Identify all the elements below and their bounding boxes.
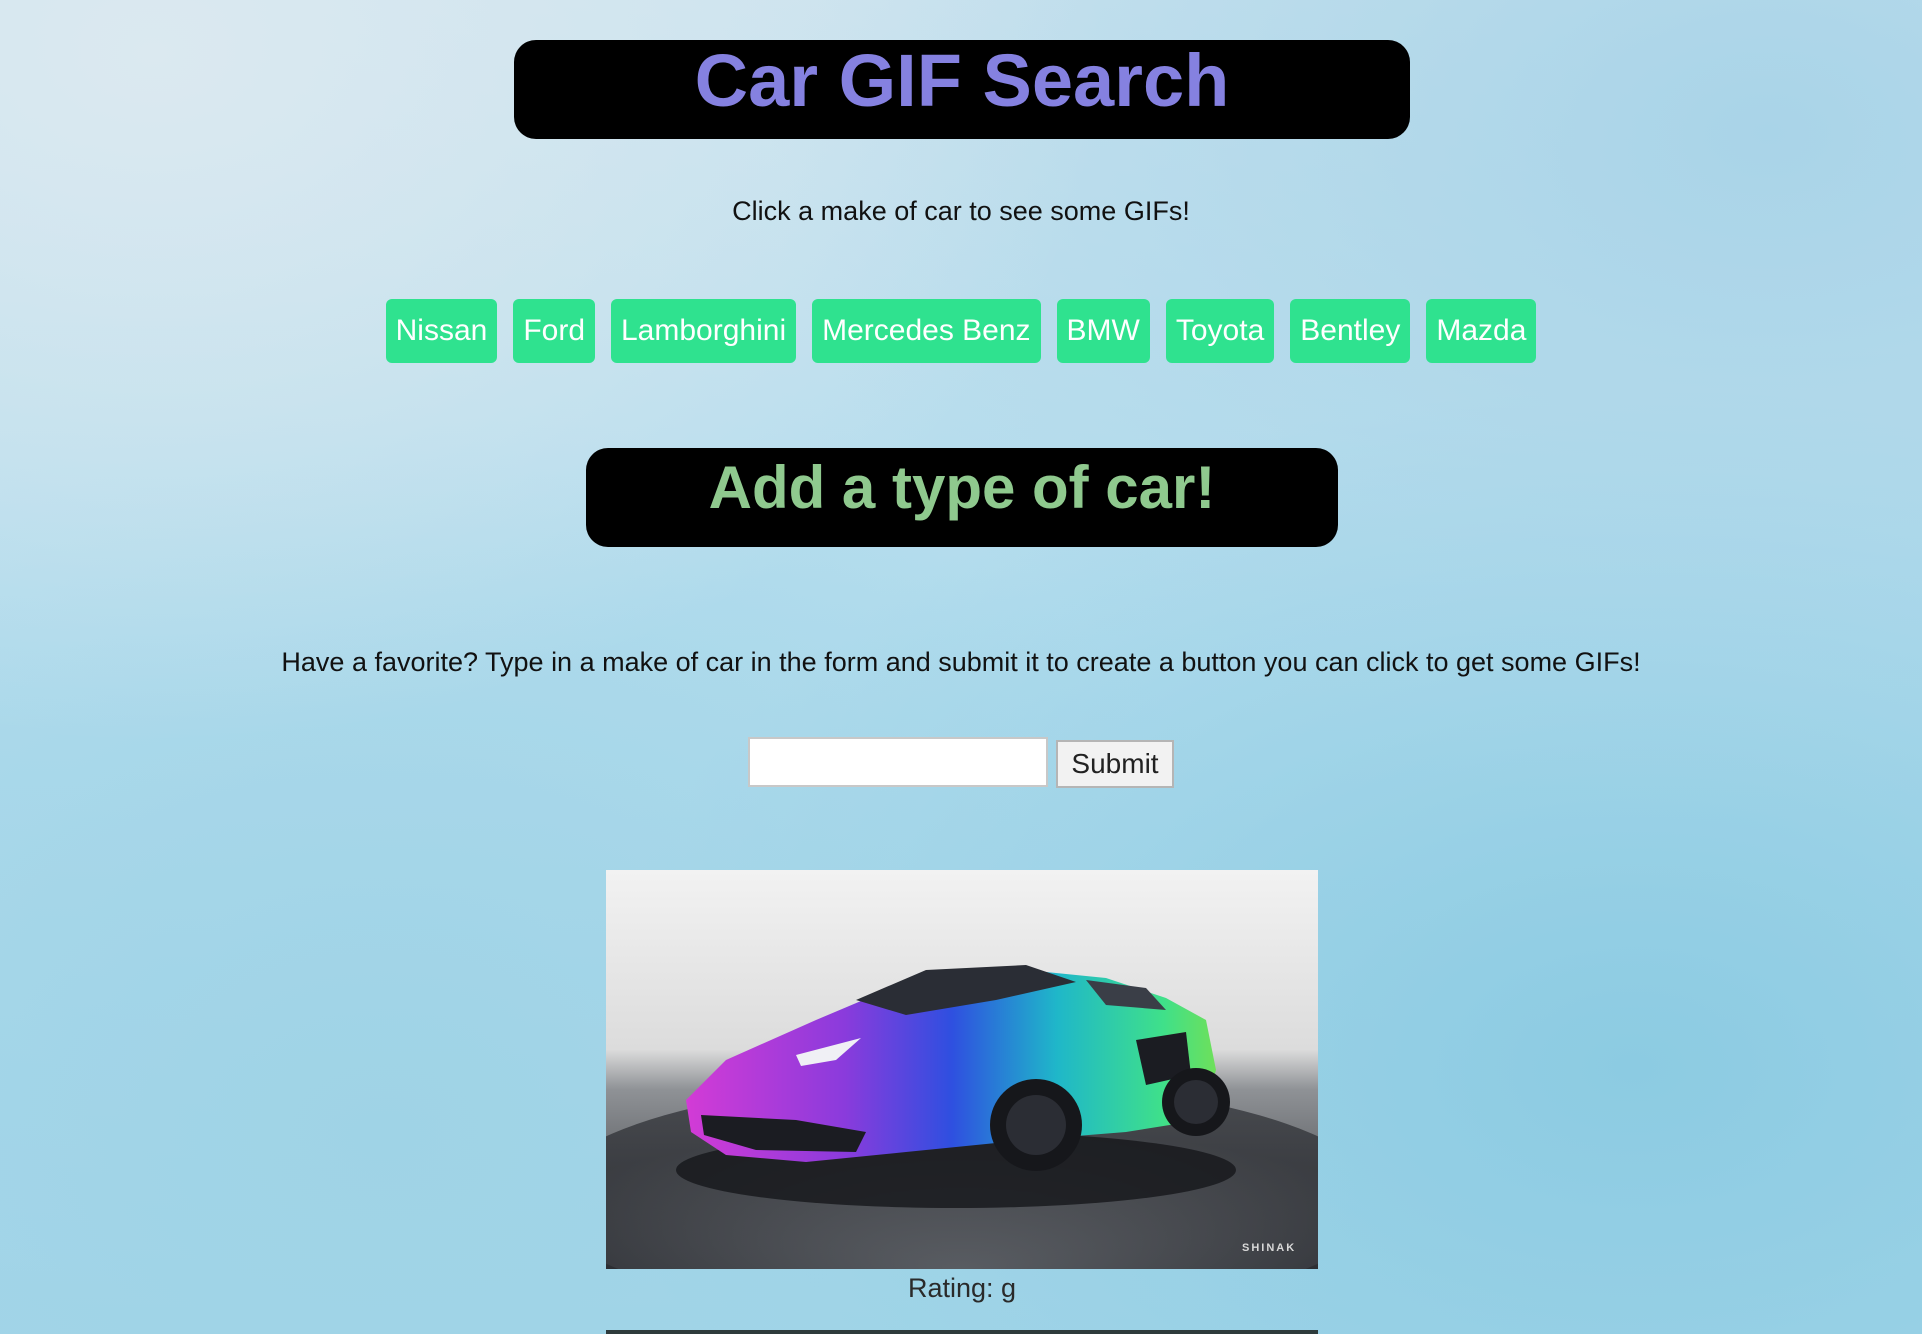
watermark-logo: SHINAK <box>1242 1242 1296 1254</box>
add-car-form: Submit <box>0 737 1922 788</box>
submit-button[interactable]: Submit <box>1056 740 1174 788</box>
page: Car GIF Search Click a make of car to se… <box>0 0 1922 1334</box>
next-gif-image[interactable] <box>606 1330 1318 1334</box>
car-button-nissan[interactable]: Nissan <box>385 299 498 363</box>
page-subtitle: Click a make of car to see some GIFs! <box>732 196 1190 226</box>
add-car-instructions: Have a favorite? Type in a make of car i… <box>281 647 1641 677</box>
gif-card: SHINAK Rating: g <box>606 870 1318 1304</box>
add-car-heading: Add a type of car! <box>708 454 1216 521</box>
car-make-input[interactable] <box>748 737 1048 787</box>
rainbow-sports-car-image[interactable]: SHINAK <box>606 870 1318 1269</box>
car-button-group: Nissan Ford Lamborghini Mercedes Benz BM… <box>0 299 1922 363</box>
car-button-mercedes-benz[interactable]: Mercedes Benz <box>812 299 1041 363</box>
car-button-toyota[interactable]: Toyota <box>1165 299 1275 363</box>
car-button-bmw[interactable]: BMW <box>1056 299 1150 363</box>
car-button-lamborghini[interactable]: Lamborghini <box>611 299 797 363</box>
add-car-banner: Add a type of car! <box>586 448 1338 547</box>
title-banner: Car GIF Search <box>514 40 1410 139</box>
gif-rating: Rating: g <box>907 1273 1017 1303</box>
car-button-bentley[interactable]: Bentley <box>1290 299 1411 363</box>
car-button-mazda[interactable]: Mazda <box>1426 299 1537 363</box>
page-title: Car GIF Search <box>694 39 1230 122</box>
car-button-ford[interactable]: Ford <box>513 299 595 363</box>
